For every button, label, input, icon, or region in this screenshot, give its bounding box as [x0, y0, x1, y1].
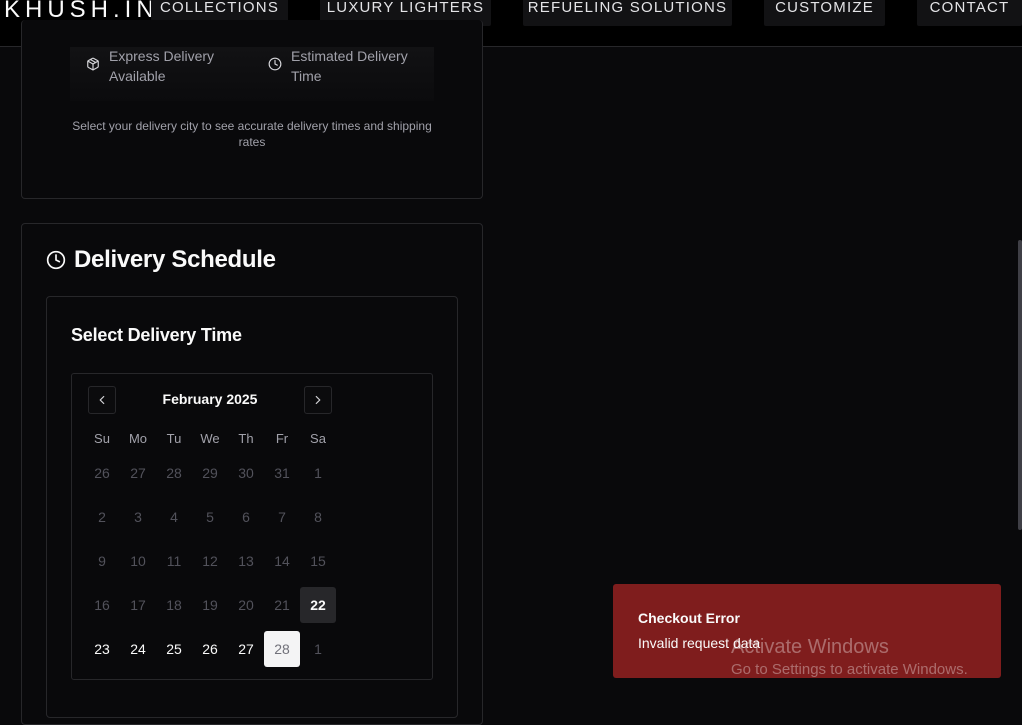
nav-customize[interactable]: CUSTOMIZE — [764, 0, 885, 26]
calendar-prev-button[interactable] — [88, 386, 116, 414]
express-delivery-label: Express Delivery — [109, 48, 215, 64]
calendar-day: 10 — [130, 553, 146, 569]
weekday-label: Fr — [275, 431, 289, 446]
calendar-day: 30 — [238, 465, 254, 481]
calendar-day[interactable]: 27 — [228, 631, 264, 667]
express-delivery-sub: Available — [109, 68, 166, 84]
calendar-day-selected[interactable]: 28 — [264, 631, 300, 667]
delivery-schedule-title: Delivery Schedule — [74, 246, 276, 273]
calendar-day: 27 — [130, 465, 146, 481]
calendar-day: 21 — [274, 597, 290, 613]
calendar-day: 16 — [94, 597, 110, 613]
chevron-right-icon — [315, 395, 321, 405]
calendar-day: 26 — [94, 465, 110, 481]
nav-refueling-solutions[interactable]: REFUELING SOLUTIONS — [523, 0, 732, 26]
calendar-day: 11 — [166, 553, 182, 569]
calendar-day: 18 — [166, 597, 182, 613]
estimated-delivery-label: Estimated Delivery — [291, 48, 408, 64]
delivery-schedule-heading: Delivery Schedule — [46, 246, 276, 274]
clock-icon — [268, 57, 282, 71]
page-scrollbar[interactable] — [1018, 240, 1022, 530]
estimated-delivery-item: Estimated Delivery Time — [268, 46, 408, 86]
weekday-label: Su — [94, 431, 110, 446]
calendar-month-label: February 2025 — [162, 391, 258, 407]
weekday-label: Tu — [166, 431, 182, 446]
package-icon — [87, 57, 99, 71]
windows-watermark-title: Activate Windows — [731, 636, 889, 658]
chevron-left-icon — [99, 395, 105, 405]
calendar-day: 14 — [274, 553, 290, 569]
calendar-day: 3 — [134, 509, 142, 525]
calendar-next-button[interactable] — [304, 386, 332, 414]
calendar-day: 13 — [238, 553, 254, 569]
calendar-day: 9 — [98, 553, 106, 569]
windows-watermark-subtitle: Go to Settings to activate Windows. — [731, 661, 968, 678]
calendar-day: 7 — [278, 509, 286, 525]
delivery-hint-text: Select your delivery city to see accurat… — [72, 119, 432, 149]
calendar-day: 6 — [242, 509, 250, 525]
calendar-day: 20 — [238, 597, 254, 613]
calendar-day[interactable]: 23 — [84, 631, 120, 667]
express-delivery-item: Express Delivery Available — [86, 46, 214, 86]
calendar-day: 28 — [166, 465, 182, 481]
calendar-day: 29 — [202, 465, 218, 481]
calendar-day: 12 — [202, 553, 218, 569]
calendar-day: 2 — [98, 509, 106, 525]
calendar-day: 4 — [170, 509, 178, 525]
weekday-label: Th — [238, 431, 254, 446]
calendar-day: 1 — [314, 465, 322, 481]
calendar-day: 15 — [310, 553, 326, 569]
calendar-day: 17 — [130, 597, 146, 613]
calendar-day: 5 — [206, 509, 214, 525]
calendar-day[interactable]: 26 — [192, 631, 228, 667]
calendar-day[interactable]: 24 — [120, 631, 156, 667]
clock-icon — [46, 250, 66, 270]
calendar-day: 19 — [202, 597, 218, 613]
weekday-label: We — [200, 431, 220, 446]
calendar-day: 8 — [314, 509, 322, 525]
estimated-delivery-sub: Time — [291, 68, 322, 84]
calendar-day: 1 — [314, 641, 322, 657]
toast-title: Checkout Error — [638, 610, 740, 626]
weekday-label: Mo — [128, 431, 148, 446]
calendar-day: 31 — [274, 465, 290, 481]
nav-contact[interactable]: CONTACT — [917, 0, 1022, 26]
weekday-label: Sa — [310, 431, 326, 446]
select-time-title: Select Delivery Time — [71, 325, 242, 345]
calendar-day[interactable]: 25 — [156, 631, 192, 667]
calendar-day-today[interactable]: 22 — [300, 587, 336, 623]
